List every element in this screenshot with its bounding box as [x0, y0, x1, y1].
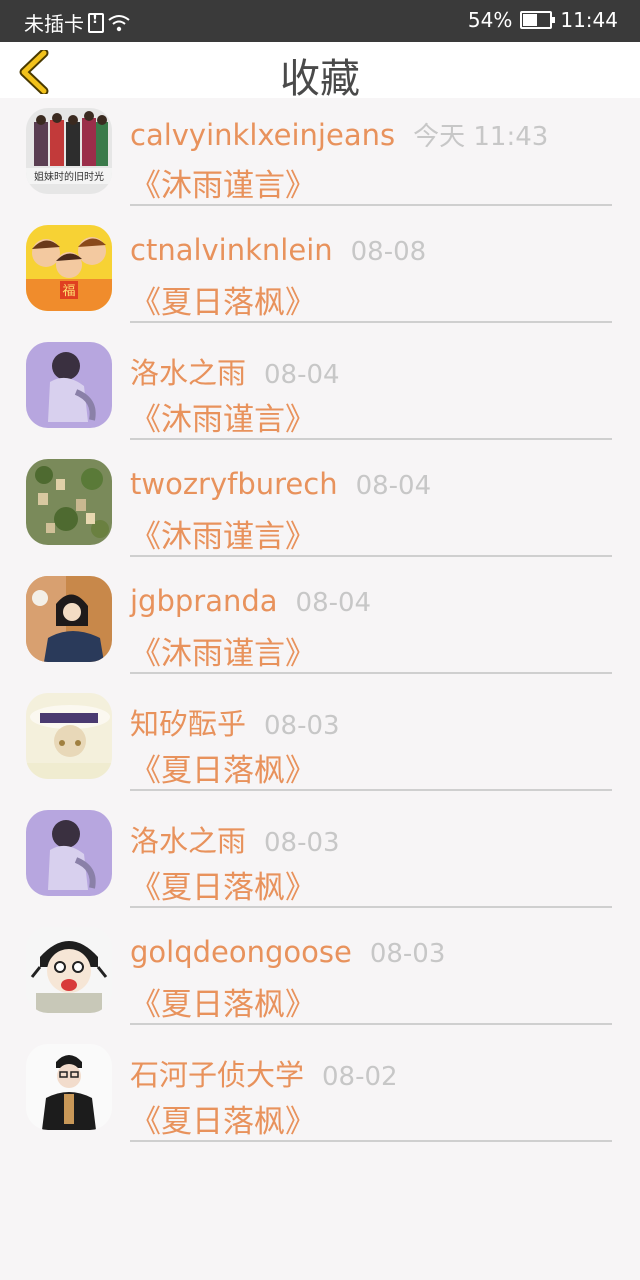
book-title: 《夏日落枫》: [130, 1104, 316, 1140]
book-title: 《沐雨谨言》: [130, 168, 316, 204]
list-item[interactable]: 洛水之雨 08-04 《沐雨谨言》: [0, 332, 640, 449]
timestamp: 08-03: [369, 939, 446, 969]
timestamp: 08-02: [322, 1062, 398, 1092]
username: jgbpranda: [130, 584, 278, 618]
timestamp: 08-04: [355, 471, 432, 501]
list-item[interactable]: 福 ctnalvinknlein 08-08 《夏日落枫》: [0, 215, 640, 332]
book-title: 《沐雨谨言》: [130, 519, 316, 555]
timestamp: 08-04: [264, 360, 340, 390]
list-item[interactable]: jgbpranda 08-04 《沐雨谨言》: [0, 566, 640, 683]
username: twozryfburech: [130, 467, 338, 501]
username: calvyinklxeinjeans: [130, 118, 396, 152]
avatar: 福: [26, 225, 112, 311]
username: 知矽酝乎: [130, 707, 247, 741]
clock: 11:44: [560, 8, 618, 32]
list-item[interactable]: 知矽酝乎 08-03 《夏日落枫》: [0, 683, 640, 800]
avatar: [26, 1044, 112, 1130]
divider: [130, 1140, 612, 1142]
avatar-caption: 福: [62, 284, 75, 299]
avatar: [26, 342, 112, 428]
list-item[interactable]: golqdeongoose 08-03 《夏日落枫》: [0, 917, 640, 1034]
favorite-user: golqdeongoose 08-03: [130, 935, 445, 969]
status-bar: 未插卡 54% 11:44: [0, 0, 640, 42]
timestamp: 08-04: [295, 588, 372, 618]
divider: [130, 555, 612, 557]
avatar: [26, 576, 112, 662]
divider: [130, 789, 612, 791]
book-title: 《夏日落枫》: [130, 753, 316, 789]
book-title: 《夏日落枫》: [130, 285, 316, 321]
wifi-icon: [108, 14, 130, 31]
status-right: 54% 11:44: [468, 8, 618, 32]
app-header: 收藏: [0, 42, 640, 102]
book-title: 《沐雨谨言》: [130, 402, 316, 438]
avatar: [26, 810, 112, 896]
favorite-user: ctnalvinknlein 08-08: [130, 233, 426, 267]
timestamp: 08-03: [264, 711, 340, 741]
book-title: 《夏日落枫》: [130, 987, 316, 1023]
avatar: [26, 459, 112, 545]
favorite-user: 洛水之雨 08-03: [130, 818, 340, 860]
divider: [130, 204, 612, 206]
avatar: [26, 927, 112, 1013]
battery-percent: 54%: [467, 8, 513, 32]
battery-icon: [520, 11, 556, 29]
book-title: 《沐雨谨言》: [130, 636, 316, 672]
favorite-user: 知矽酝乎 08-03: [130, 701, 340, 743]
list-item[interactable]: 石河子侦大学 08-02 《夏日落枫》: [0, 1034, 640, 1151]
status-left: 未插卡: [24, 8, 130, 37]
list-item[interactable]: twozryfburech 08-04 《沐雨谨言》: [0, 449, 640, 566]
divider: [130, 672, 612, 674]
divider: [130, 321, 612, 323]
favorite-user: jgbpranda 08-04: [130, 584, 371, 618]
battery-level-fill: [523, 14, 538, 26]
divider: [130, 906, 612, 908]
page-title: 收藏: [280, 56, 360, 102]
favorite-user: calvyinklxeinjeans 今天 11:43: [130, 116, 548, 153]
timestamp: 08-03: [264, 828, 340, 858]
avatar: 姐妹时的旧时光: [26, 108, 112, 194]
carrier-label: 未插卡: [24, 12, 84, 36]
username: 洛水之雨: [130, 824, 247, 858]
divider: [130, 438, 612, 440]
favorite-user: twozryfburech 08-04: [130, 467, 431, 501]
list-item[interactable]: 姐妹时的旧时光 calvyinklxeinjeans 今天 11:43 《沐雨谨言…: [0, 98, 640, 215]
username: golqdeongoose: [130, 935, 352, 969]
list-item[interactable]: 洛水之雨 08-03 《夏日落枫》: [0, 800, 640, 917]
favorite-user: 洛水之雨 08-04: [130, 350, 340, 392]
avatar: [26, 693, 112, 779]
timestamp: 今天 11:43: [413, 122, 549, 152]
timestamp: 08-08: [350, 237, 427, 267]
book-title: 《夏日落枫》: [130, 870, 316, 906]
username: 洛水之雨: [130, 356, 247, 390]
username: 石河子侦大学: [130, 1058, 305, 1092]
username: ctnalvinknlein: [130, 233, 333, 267]
favorite-user: 石河子侦大学 08-02: [130, 1052, 398, 1094]
divider: [130, 1023, 612, 1025]
avatar-caption: 姐妹时的旧时光: [34, 170, 104, 183]
sim-warning-icon: [88, 12, 104, 33]
